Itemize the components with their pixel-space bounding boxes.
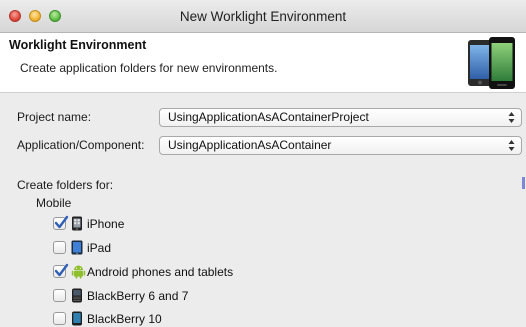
title-bar: New Worklight Environment [0,0,526,33]
banner-title: Worklight Environment [9,38,147,52]
folder-option-iphone[interactable]: iPhone [53,215,353,233]
blackberry10-checkbox[interactable] [53,312,66,325]
ipad-label: iPad [87,241,112,255]
application-component-label: Application/Component: [17,138,145,152]
blackberry-icon [72,288,82,303]
blackberry10-label: BlackBerry 10 [87,312,162,326]
project-name-label: Project name: [17,110,92,124]
checkmark-icon [54,263,69,277]
ipad-checkbox[interactable] [53,241,66,254]
updown-arrows-icon [508,112,515,123]
project-name-value: UsingApplicationAsAContainerProject [168,110,369,124]
iphone-label: iPhone [87,217,125,231]
application-component-select[interactable]: UsingApplicationAsAContainer [159,136,522,155]
mobile-group-label: Mobile [36,196,72,210]
updown-arrows-icon [508,140,515,151]
iphone-checkbox[interactable] [53,215,69,230]
folder-option-blackberry-6-7[interactable]: BlackBerry 6 and 7 [53,287,353,305]
blackberry-checkbox[interactable] [53,289,66,302]
folder-option-blackberry-10[interactable]: BlackBerry 10 [53,310,353,327]
banner-description: Create application folders for new envir… [20,61,278,75]
blackberry-label: BlackBerry 6 and 7 [87,289,189,303]
android-icon [71,265,86,279]
scrollbar-indicator[interactable] [522,177,525,189]
mobile-devices-icon [468,37,515,89]
iphone-icon [72,216,82,231]
project-name-select[interactable]: UsingApplicationAsAContainerProject [159,108,522,127]
application-component-value: UsingApplicationAsAContainer [168,138,332,152]
wizard-banner: Worklight Environment Create application… [0,33,526,93]
android-checkbox[interactable] [53,263,69,278]
checkmark-icon [54,215,69,229]
blackberry10-icon [72,311,82,326]
folder-option-ipad[interactable]: iPad [53,239,353,257]
android-label: Android phones and tablets [87,265,234,279]
folder-option-android[interactable]: Android phones and tablets [53,263,353,281]
ipad-icon [71,240,83,255]
create-folders-label: Create folders for: [17,178,114,192]
window-title: New Worklight Environment [179,9,347,24]
